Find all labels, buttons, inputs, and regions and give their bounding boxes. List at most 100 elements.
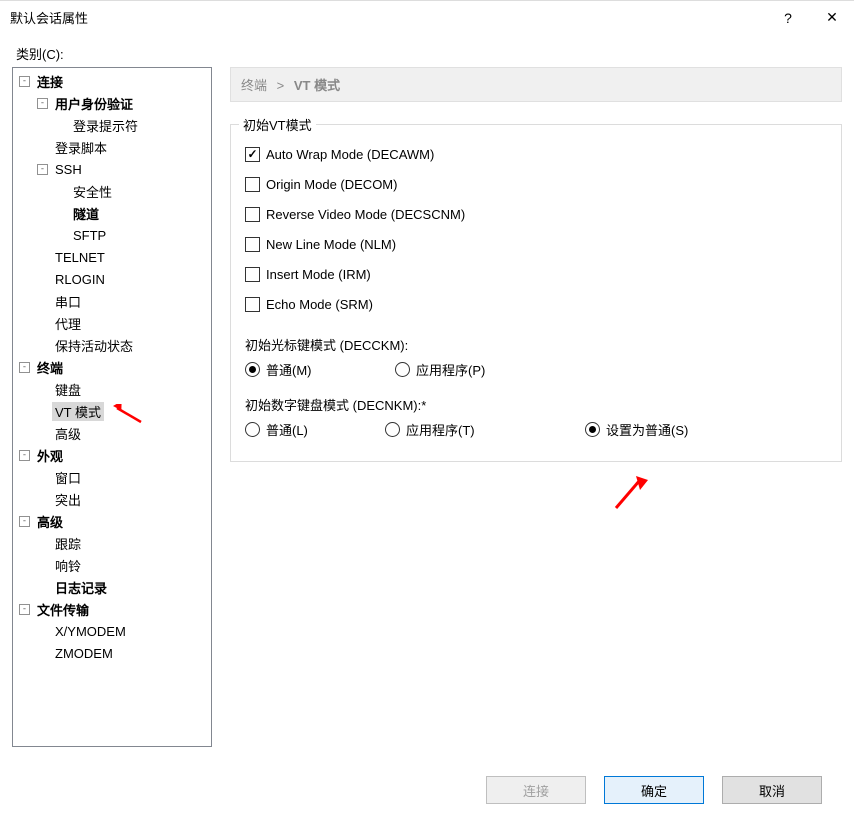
breadcrumb: 终端 > VT 模式 bbox=[230, 67, 842, 102]
spacer bbox=[55, 120, 66, 131]
connect-button: 连接 bbox=[486, 776, 586, 804]
spacer bbox=[55, 186, 66, 197]
tree-item-appearance[interactable]: 外观 bbox=[34, 446, 66, 465]
radio-label: 设置为普通(S) bbox=[606, 420, 688, 439]
spacer bbox=[37, 142, 48, 153]
spacer bbox=[37, 384, 48, 395]
expander-icon[interactable]: - bbox=[19, 362, 30, 373]
breadcrumb-b: VT 模式 bbox=[294, 78, 340, 93]
close-button[interactable]: ✕ bbox=[810, 1, 854, 34]
radio-keypad-set-normal[interactable] bbox=[585, 422, 600, 437]
tree-item-sftp[interactable]: SFTP bbox=[70, 228, 109, 243]
radio-label: 普通(M) bbox=[266, 360, 312, 379]
checkbox-newline[interactable] bbox=[245, 237, 260, 252]
spacer bbox=[37, 626, 48, 637]
dialog-root: 默认会话属性 ? ✕ 类别(C): -连接 -用户身份验证 登录提示符 登录脚本… bbox=[0, 0, 854, 818]
checkbox-label: Reverse Video Mode (DECSCNM) bbox=[266, 207, 465, 222]
tree-item-vt-mode[interactable]: VT 模式 bbox=[52, 402, 104, 421]
checkbox-insert[interactable] bbox=[245, 267, 260, 282]
checkbox-reverse[interactable] bbox=[245, 207, 260, 222]
tree-item-telnet[interactable]: TELNET bbox=[52, 250, 108, 265]
spacer bbox=[37, 296, 48, 307]
spacer bbox=[37, 252, 48, 263]
tree-item-window[interactable]: 窗口 bbox=[52, 468, 84, 487]
checkbox-label: Auto Wrap Mode (DECAWM) bbox=[266, 147, 434, 162]
checkbox-label: Origin Mode (DECOM) bbox=[266, 177, 397, 192]
checkbox-label: Echo Mode (SRM) bbox=[266, 297, 373, 312]
spacer bbox=[37, 560, 48, 571]
expander-icon[interactable]: - bbox=[19, 516, 30, 527]
radio-cursor-app[interactable] bbox=[395, 362, 410, 377]
spacer bbox=[37, 494, 48, 505]
spacer bbox=[37, 648, 48, 659]
tree-item-terminal[interactable]: 终端 bbox=[34, 358, 66, 377]
spacer bbox=[37, 318, 48, 329]
keypad-mode-radios: 普通(L) 应用程序(T) 设置为普通(S) bbox=[245, 420, 827, 439]
spacer bbox=[37, 340, 48, 351]
tree-item-advanced[interactable]: 高级 bbox=[34, 512, 66, 531]
tree-item-adv[interactable]: 高级 bbox=[52, 424, 84, 443]
radio-keypad-app[interactable] bbox=[385, 422, 400, 437]
spacer bbox=[37, 538, 48, 549]
title-text: 默认会话属性 bbox=[10, 8, 766, 27]
cursor-mode-label: 初始光标键模式 (DECCKM): bbox=[245, 335, 827, 354]
tree-item-keyboard[interactable]: 键盘 bbox=[52, 380, 84, 399]
tree-item-logging[interactable]: 日志记录 bbox=[52, 578, 110, 597]
tree-item-ssh[interactable]: SSH bbox=[52, 162, 85, 177]
tree-item-login-script[interactable]: 登录脚本 bbox=[52, 138, 110, 157]
spacer bbox=[55, 208, 66, 219]
category-label: 类别(C): bbox=[16, 44, 842, 63]
checkbox-label: Insert Mode (IRM) bbox=[266, 267, 371, 282]
group-title: 初始VT模式 bbox=[239, 115, 316, 134]
breadcrumb-a: 终端 bbox=[241, 78, 267, 93]
annotation-arrow-icon bbox=[610, 474, 650, 514]
spacer bbox=[37, 472, 48, 483]
expander-icon[interactable]: - bbox=[19, 604, 30, 615]
keypad-mode-label: 初始数字键盘模式 (DECNKM):* bbox=[245, 395, 827, 414]
tree-item-login-prompt[interactable]: 登录提示符 bbox=[70, 116, 141, 135]
cancel-button[interactable]: 取消 bbox=[722, 776, 822, 804]
expander-icon[interactable]: - bbox=[19, 76, 30, 87]
tree-item-xymodem[interactable]: X/YMODEM bbox=[52, 624, 129, 639]
checkbox-label: New Line Mode (NLM) bbox=[266, 237, 396, 252]
tree-item-connection[interactable]: 连接 bbox=[34, 72, 66, 91]
cursor-mode-radios: 普通(M) 应用程序(P) bbox=[245, 360, 827, 379]
spacer bbox=[37, 428, 48, 439]
tree-item-rlogin[interactable]: RLOGIN bbox=[52, 272, 108, 287]
checkbox-autowrap[interactable] bbox=[245, 147, 260, 162]
settings-panel: 终端 > VT 模式 初始VT模式 Auto Wrap Mode (DECAWM… bbox=[230, 67, 842, 762]
spacer bbox=[55, 230, 66, 241]
radio-label: 普通(L) bbox=[266, 420, 308, 439]
ok-button[interactable]: 确定 bbox=[604, 776, 704, 804]
radio-label: 应用程序(T) bbox=[406, 420, 475, 439]
tree-item-keepalive[interactable]: 保持活动状态 bbox=[52, 336, 136, 355]
spacer bbox=[37, 582, 48, 593]
tree-item-security[interactable]: 安全性 bbox=[70, 182, 115, 201]
checkbox-echo[interactable] bbox=[245, 297, 260, 312]
checkbox-origin[interactable] bbox=[245, 177, 260, 192]
tree-item-tunnel[interactable]: 隧道 bbox=[70, 204, 102, 223]
expander-icon[interactable]: - bbox=[37, 164, 48, 175]
spacer bbox=[37, 406, 48, 417]
expander-icon[interactable]: - bbox=[37, 98, 48, 109]
spacer bbox=[37, 274, 48, 285]
radio-keypad-normal[interactable] bbox=[245, 422, 260, 437]
columns: -连接 -用户身份验证 登录提示符 登录脚本 -SSH 安全性 隧道 SFTP bbox=[12, 67, 842, 762]
tree-item-proxy[interactable]: 代理 bbox=[52, 314, 84, 333]
tree-item-serial[interactable]: 串口 bbox=[52, 292, 84, 311]
category-tree[interactable]: -连接 -用户身份验证 登录提示符 登录脚本 -SSH 安全性 隧道 SFTP bbox=[12, 67, 212, 747]
tree-item-file-transfer[interactable]: 文件传输 bbox=[34, 600, 92, 619]
tree-item-highlight[interactable]: 突出 bbox=[52, 490, 84, 509]
tree-item-auth[interactable]: 用户身份验证 bbox=[52, 94, 136, 113]
radio-cursor-normal[interactable] bbox=[245, 362, 260, 377]
breadcrumb-sep: > bbox=[277, 78, 285, 93]
tree-item-zmodem[interactable]: ZMODEM bbox=[52, 646, 116, 661]
tree-item-bell[interactable]: 响铃 bbox=[52, 556, 84, 575]
dialog-buttons: 连接 确定 取消 bbox=[12, 762, 842, 818]
expander-icon[interactable]: - bbox=[19, 450, 30, 461]
radio-label: 应用程序(P) bbox=[416, 360, 485, 379]
title-bar: 默认会话属性 ? ✕ bbox=[0, 1, 854, 34]
help-button[interactable]: ? bbox=[766, 1, 810, 34]
group-initial-vt: 初始VT模式 Auto Wrap Mode (DECAWM) Origin Mo… bbox=[230, 124, 842, 462]
tree-item-trace[interactable]: 跟踪 bbox=[52, 534, 84, 553]
